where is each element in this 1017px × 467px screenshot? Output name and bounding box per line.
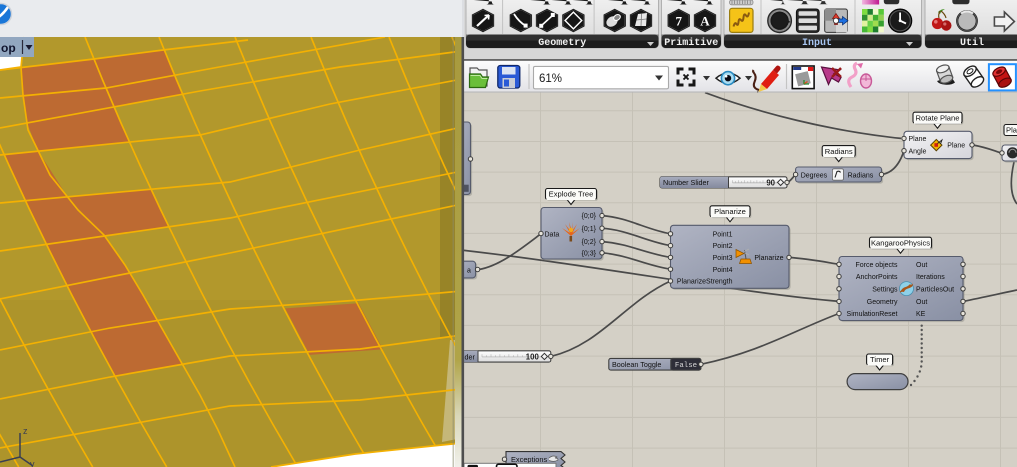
svg-text:Pla: Pla (1006, 126, 1017, 135)
svg-text:Angle: Angle (909, 148, 927, 155)
svg-text:Number Slider: Number Slider (663, 178, 710, 187)
svg-text:z: z (23, 426, 28, 436)
svg-text:Out: Out (916, 299, 927, 306)
svg-text:Util: Util (960, 37, 984, 49)
svg-text:{0;0}: {0;0} (582, 213, 597, 220)
svg-text:AnchorPoints: AnchorPoints (856, 274, 898, 281)
svg-text:KangarooPhysics: KangarooPhysics (871, 238, 930, 247)
svg-text:Timer: Timer (870, 355, 890, 364)
svg-text:61%: 61% (539, 73, 562, 85)
svg-text:Plane: Plane (947, 143, 965, 150)
svg-text:Radians: Radians (825, 147, 853, 156)
svg-text:100: 100 (526, 352, 540, 361)
svg-text:Settings: Settings (872, 286, 898, 293)
svg-text:Iterations: Iterations (916, 274, 945, 281)
svg-text:{0;1}: {0;1} (582, 226, 597, 233)
svg-text:{0;3}: {0;3} (582, 250, 597, 257)
svg-text:Point3: Point3 (713, 255, 733, 262)
svg-text:90: 90 (766, 178, 775, 187)
svg-text:KE: KE (916, 311, 926, 318)
svg-text:Plane: Plane (909, 136, 927, 143)
svg-text:Point4: Point4 (713, 267, 733, 274)
svg-text:Boolean Toggle: Boolean Toggle (612, 360, 661, 369)
svg-text:der: der (465, 352, 476, 361)
svg-text:7: 7 (675, 14, 682, 29)
svg-text:Out: Out (916, 262, 927, 269)
svg-text:{0;2}: {0;2} (582, 239, 597, 246)
svg-text:Force objects: Force objects (855, 262, 898, 269)
svg-text:ParticlesOut: ParticlesOut (916, 286, 954, 293)
svg-text:Degrees: Degrees (801, 172, 828, 179)
svg-text:Input: Input (802, 38, 832, 49)
svg-text:Planarize: Planarize (714, 207, 746, 216)
svg-text:a: a (467, 268, 471, 275)
svg-text:Rotate Plane: Rotate Plane (916, 113, 960, 122)
svg-text:Data: Data (545, 231, 560, 238)
svg-text:A: A (700, 14, 710, 29)
svg-text:Exceptions: Exceptions (511, 455, 547, 464)
svg-text:SimulationReset: SimulationReset (847, 311, 898, 318)
svg-text:op: op (1, 41, 16, 55)
svg-text:PlanarizeStrength: PlanarizeStrength (677, 279, 733, 286)
svg-text:Point1: Point1 (713, 231, 733, 238)
svg-text:False: False (675, 362, 697, 370)
svg-text:Geometry: Geometry (867, 299, 898, 306)
svg-text:y: y (30, 459, 35, 467)
svg-text:Explode Tree: Explode Tree (549, 190, 594, 199)
svg-text:Point2: Point2 (713, 243, 733, 250)
svg-text:Geometry: Geometry (538, 38, 586, 49)
svg-text:Planarize: Planarize (754, 255, 783, 262)
svg-text:Primitive: Primitive (664, 37, 718, 49)
svg-text:Radians: Radians (848, 172, 874, 179)
